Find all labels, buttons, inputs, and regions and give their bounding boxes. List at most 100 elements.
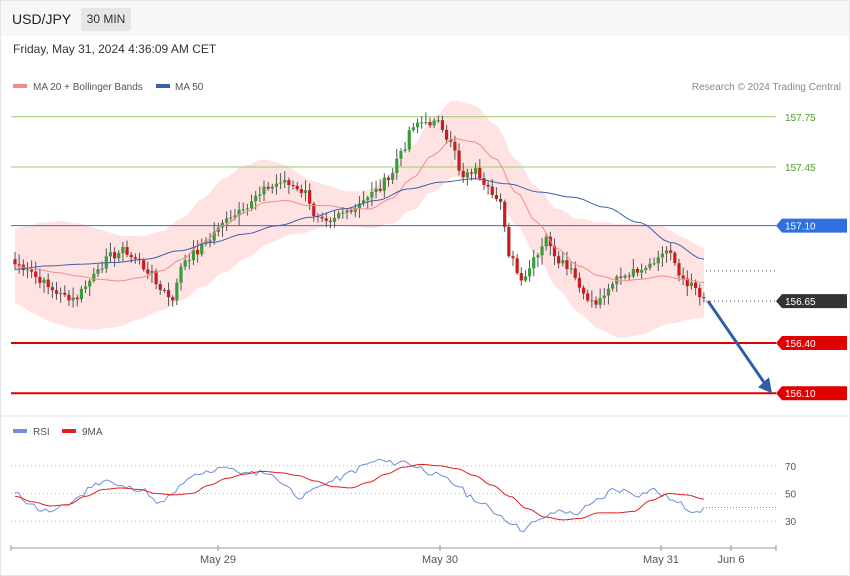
candle-body bbox=[503, 201, 507, 227]
candle-body bbox=[266, 186, 270, 189]
ma50-legend-label: MA 50 bbox=[175, 82, 204, 93]
candle-body bbox=[25, 269, 30, 271]
candle-body bbox=[249, 201, 254, 209]
candle-body bbox=[635, 268, 640, 273]
candle-body bbox=[67, 294, 71, 301]
ma50-legend-swatch bbox=[156, 84, 170, 88]
candle-body bbox=[432, 120, 436, 126]
candle-body bbox=[573, 268, 577, 278]
candle-body bbox=[42, 279, 46, 283]
candle-body bbox=[308, 190, 312, 204]
price-chart: MA 20 + Bollinger Bands MA 50 Research ©… bbox=[1, 82, 849, 566]
candle-body bbox=[557, 256, 561, 264]
candle-body bbox=[631, 268, 635, 277]
candle-body bbox=[386, 177, 391, 180]
rsi-legend-swatch bbox=[13, 429, 27, 433]
candle-body bbox=[241, 209, 245, 211]
candle-body bbox=[17, 264, 21, 266]
candle-body bbox=[162, 289, 166, 291]
candle-body bbox=[619, 276, 623, 278]
candle-body bbox=[498, 198, 503, 202]
rsi-ma-legend-swatch bbox=[62, 429, 76, 433]
candle-body bbox=[474, 167, 478, 174]
candle-body bbox=[664, 250, 669, 254]
candle-body bbox=[38, 277, 42, 283]
candle-body bbox=[561, 260, 565, 264]
candle-body bbox=[453, 141, 457, 151]
candle-body bbox=[208, 240, 212, 242]
candle-body bbox=[274, 183, 279, 187]
x-tick-label: Jun 6 bbox=[718, 554, 745, 566]
rsi-line bbox=[14, 458, 705, 532]
candle-body bbox=[611, 283, 615, 289]
candle-body bbox=[656, 257, 660, 264]
candle-body bbox=[349, 210, 353, 212]
forecast-arrow-head bbox=[758, 377, 772, 394]
candle-body bbox=[34, 271, 38, 278]
candle-body bbox=[673, 252, 677, 264]
candle-body bbox=[92, 273, 96, 281]
candle-body bbox=[461, 170, 465, 178]
candle-body bbox=[366, 197, 370, 201]
candle-body bbox=[681, 275, 685, 279]
candle-body bbox=[279, 182, 283, 184]
candle-body bbox=[590, 300, 594, 302]
candle-body bbox=[420, 122, 424, 124]
candle-body bbox=[187, 260, 191, 262]
level-labels-layer: 157.75 157.45 157.10 156.65 156.40 156.10 bbox=[706, 113, 847, 401]
candle-body bbox=[399, 151, 403, 159]
candle-body bbox=[291, 185, 295, 187]
candle-body bbox=[698, 288, 702, 298]
candle-body bbox=[113, 252, 117, 259]
rsi-tick-label: 70 bbox=[785, 462, 797, 473]
rsi-ma-legend-label: 9MA bbox=[82, 427, 103, 438]
level-label-support: 156.10 bbox=[785, 389, 816, 400]
level-label-support: 156.40 bbox=[785, 339, 816, 350]
candle-body bbox=[370, 191, 374, 198]
candle-body bbox=[391, 172, 395, 180]
candle-body bbox=[519, 273, 523, 281]
candle-body bbox=[30, 269, 34, 272]
candle-body bbox=[303, 190, 308, 193]
candle-body bbox=[121, 247, 125, 254]
rsi-tick-label: 50 bbox=[785, 490, 797, 501]
candle-body bbox=[669, 250, 673, 253]
candle-body bbox=[469, 172, 474, 174]
candle-body bbox=[270, 186, 274, 189]
candle-body bbox=[71, 297, 75, 301]
candle-body bbox=[13, 259, 17, 265]
candle-body bbox=[428, 122, 432, 126]
candle-body bbox=[627, 275, 631, 277]
candle-body bbox=[283, 180, 287, 183]
candle-body bbox=[490, 186, 494, 195]
level-label-last: 156.65 bbox=[785, 297, 816, 308]
candle-body bbox=[88, 280, 92, 287]
candle-body bbox=[258, 194, 262, 196]
candle-body bbox=[569, 268, 573, 270]
candle-body bbox=[586, 293, 590, 301]
candle-body bbox=[415, 122, 420, 128]
candle-body bbox=[108, 252, 113, 257]
candle-body bbox=[536, 255, 540, 258]
candle-body bbox=[142, 260, 146, 270]
x-tick-label: May 30 bbox=[422, 554, 458, 566]
candle-body bbox=[75, 297, 79, 300]
candle-body bbox=[577, 277, 581, 288]
candle-body bbox=[702, 297, 706, 299]
rsi-tick-label: 30 bbox=[785, 517, 797, 528]
candle-body bbox=[46, 279, 50, 288]
candle-body bbox=[445, 129, 449, 140]
candle-body bbox=[644, 267, 648, 270]
candle-body bbox=[79, 288, 83, 300]
candle-body bbox=[324, 218, 328, 221]
candle-body bbox=[133, 257, 137, 259]
candle-body bbox=[183, 260, 187, 267]
candle-body bbox=[171, 297, 175, 301]
candle-body bbox=[424, 122, 428, 124]
candle-body bbox=[332, 217, 337, 222]
candle-body bbox=[229, 217, 233, 219]
candle-body bbox=[581, 287, 586, 294]
rsi-legend-label: RSI bbox=[33, 427, 50, 438]
level-label-resistance: 157.45 bbox=[785, 163, 816, 174]
candle-body bbox=[262, 186, 266, 195]
